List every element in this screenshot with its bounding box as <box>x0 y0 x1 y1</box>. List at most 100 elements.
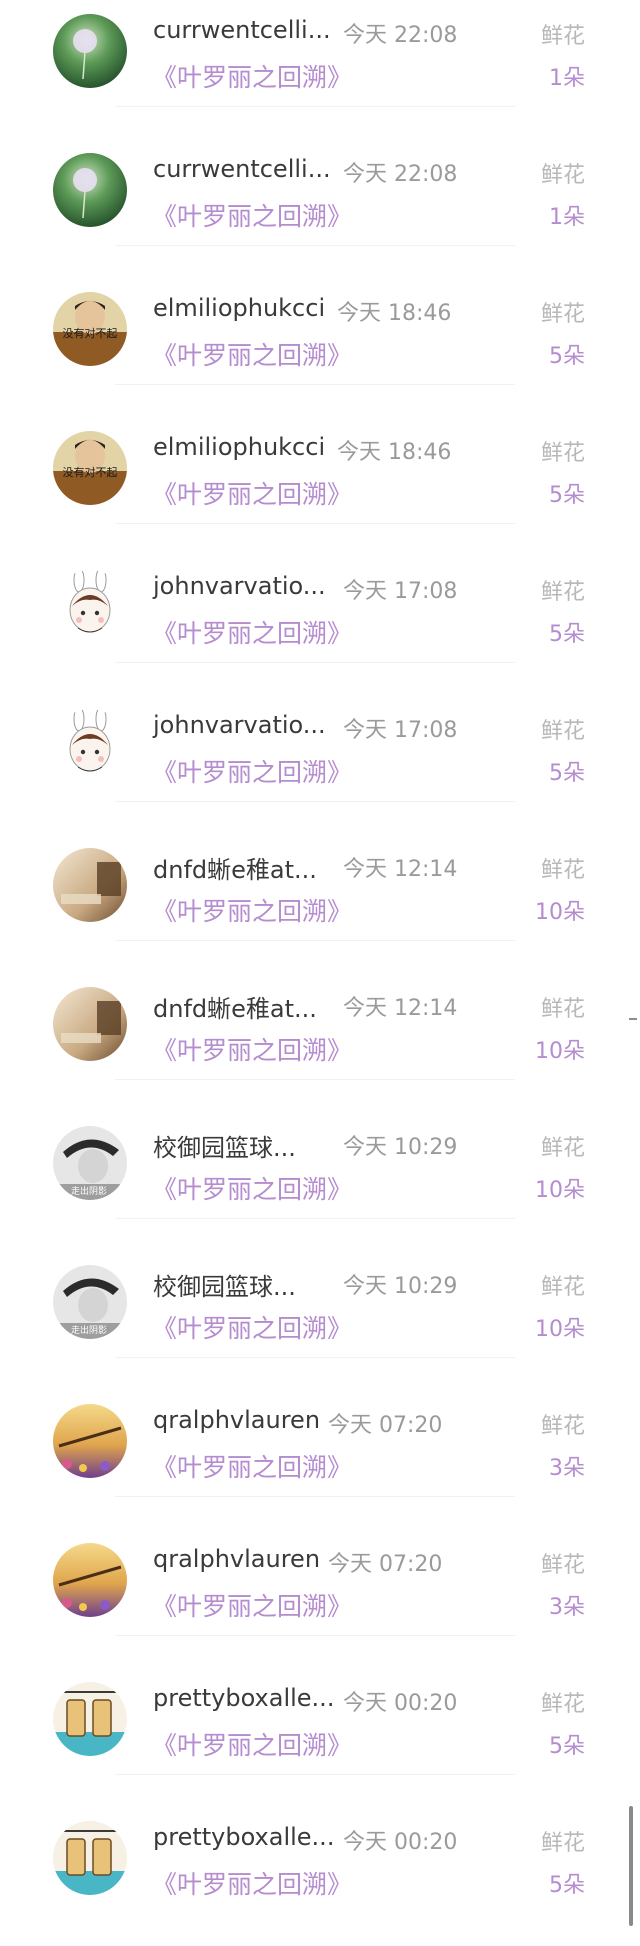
gift-count: 5朵 <box>549 1873 585 1898</box>
avatar[interactable] <box>53 987 127 1061</box>
avatar-caption: 走出阴影 <box>71 1324 107 1336</box>
grayscale-boy-avatar-icon: 走出阴影 <box>53 1126 127 1200</box>
avatar[interactable] <box>53 14 127 88</box>
avatar[interactable] <box>53 1404 127 1478</box>
user-name: johnvarvatio... <box>153 711 326 739</box>
avatar-caption: 没有对不起 <box>63 465 118 479</box>
list-item[interactable]: johnvarvatio... 今天 17:08 《叶罗丽之回溯》 鲜花 5朵 <box>0 695 640 834</box>
row-divider <box>115 1079 515 1080</box>
book-title[interactable]: 《叶罗丽之回溯》 <box>152 1448 352 1484</box>
list-item[interactable]: currwentcelli... 今天 22:08 《叶罗丽之回溯》 鲜花 1朵 <box>0 139 640 278</box>
gift-count: 10朵 <box>535 1178 585 1203</box>
book-title[interactable]: 《叶罗丽之回溯》 <box>152 197 352 233</box>
book-title[interactable]: 《叶罗丽之回溯》 <box>152 1865 352 1901</box>
timestamp: 今天 12:14 <box>343 857 458 882</box>
book-title[interactable]: 《叶罗丽之回溯》 <box>152 1309 352 1345</box>
avatar[interactable] <box>53 1543 127 1617</box>
list-item[interactable]: qralphvlauren 今天 07:20 《叶罗丽之回溯》 鲜花 3朵 <box>0 1390 640 1529</box>
gift-type: 鲜花 <box>540 163 585 188</box>
timestamp: 今天 18:46 <box>337 440 452 465</box>
timestamp: 今天 00:20 <box>343 1830 458 1855</box>
user-name: johnvarvatio... <box>153 572 326 600</box>
boy-meme-avatar-icon: 没有对不起 <box>53 431 127 505</box>
timestamp: 今天 22:08 <box>343 162 458 187</box>
avatar[interactable]: 没有对不起 <box>53 431 127 505</box>
row-divider <box>115 940 515 941</box>
bunny-girl-avatar-icon <box>53 709 127 783</box>
row-divider <box>115 523 515 524</box>
list-item[interactable]: johnvarvatio... 今天 17:08 《叶罗丽之回溯》 鲜花 5朵 <box>0 556 640 695</box>
book-title[interactable]: 《叶罗丽之回溯》 <box>152 753 352 789</box>
book-title[interactable]: 《叶罗丽之回溯》 <box>152 1726 352 1762</box>
list-item[interactable]: qralphvlauren 今天 07:20 《叶罗丽之回溯》 鲜花 3朵 <box>0 1529 640 1668</box>
vertical-scrollbar[interactable] <box>629 1806 633 1926</box>
book-title[interactable]: 《叶罗丽之回溯》 <box>152 1170 352 1206</box>
list-item[interactable]: dnfd蜥e稚at... 今天 12:14 《叶罗丽之回溯》 鲜花 10朵 <box>0 834 640 973</box>
user-name: qralphvlauren <box>153 1545 321 1573</box>
gift-count: 10朵 <box>535 1039 585 1064</box>
user-name: currwentcelli... <box>153 155 331 183</box>
avatar[interactable]: 走出阴影 <box>53 1265 127 1339</box>
gift-type: 鲜花 <box>540 1553 585 1578</box>
timestamp: 今天 00:20 <box>343 1691 458 1716</box>
book-title[interactable]: 《叶罗丽之回溯》 <box>152 892 352 928</box>
avatar[interactable] <box>53 709 127 783</box>
list-item[interactable]: 没有对不起 elmiliophukcci 今天 18:46 《叶罗丽之回溯》 鲜… <box>0 278 640 417</box>
gift-type: 鲜花 <box>540 1136 585 1161</box>
row-divider <box>115 1496 515 1497</box>
timestamp: 今天 12:14 <box>343 996 458 1021</box>
cartoon-avatar-icon <box>53 1821 127 1895</box>
dandelion-avatar-icon <box>53 153 127 227</box>
avatar[interactable]: 走出阴影 <box>53 1126 127 1200</box>
avatar-caption: 走出阴影 <box>71 1185 107 1197</box>
row-divider <box>115 662 515 663</box>
book-title[interactable]: 《叶罗丽之回溯》 <box>152 614 352 650</box>
list-item[interactable]: currwentcelli... 今天 22:08 《叶罗丽之回溯》 鲜花 1朵 <box>0 0 640 139</box>
avatar-caption: 没有对不起 <box>63 326 118 340</box>
dandelion-avatar-icon <box>53 14 127 88</box>
gift-type: 鲜花 <box>540 719 585 744</box>
gift-count: 5朵 <box>549 761 585 786</box>
user-name: dnfd蜥e稚at... <box>153 856 317 884</box>
list-item[interactable]: 没有对不起 elmiliophukcci 今天 18:46 《叶罗丽之回溯》 鲜… <box>0 417 640 556</box>
avatar[interactable] <box>53 1682 127 1756</box>
book-title[interactable]: 《叶罗丽之回溯》 <box>152 336 352 372</box>
timestamp: 今天 18:46 <box>337 301 452 326</box>
timestamp: 今天 07:20 <box>328 1413 443 1438</box>
user-name: prettyboxalle... <box>153 1684 335 1712</box>
row-divider <box>115 1357 515 1358</box>
avatar[interactable] <box>53 848 127 922</box>
avatar[interactable]: 没有对不起 <box>53 292 127 366</box>
book-title[interactable]: 《叶罗丽之回溯》 <box>152 475 352 511</box>
gift-count: 5朵 <box>549 622 585 647</box>
gift-type: 鲜花 <box>540 997 585 1022</box>
flower-text-avatar-icon <box>53 1404 127 1478</box>
gift-count: 1朵 <box>549 66 585 91</box>
gift-count: 10朵 <box>535 900 585 925</box>
list-item[interactable]: prettyboxalle... 今天 00:20 《叶罗丽之回溯》 鲜花 5朵 <box>0 1807 640 1946</box>
row-divider <box>115 106 515 107</box>
user-name: prettyboxalle... <box>153 1823 335 1851</box>
gift-count: 5朵 <box>549 1734 585 1759</box>
user-name: elmiliophukcci <box>153 433 326 461</box>
book-title[interactable]: 《叶罗丽之回溯》 <box>152 58 352 94</box>
list-item[interactable]: 走出阴影 校御园篮球... 今天 10:29 《叶罗丽之回溯》 鲜花 10朵 <box>0 1251 640 1390</box>
timestamp: 今天 22:08 <box>343 23 458 48</box>
list-item[interactable]: prettyboxalle... 今天 00:20 《叶罗丽之回溯》 鲜花 5朵 <box>0 1668 640 1807</box>
row-divider <box>115 1635 515 1636</box>
user-name: qralphvlauren <box>153 1406 321 1434</box>
gift-type: 鲜花 <box>540 1275 585 1300</box>
book-title[interactable]: 《叶罗丽之回溯》 <box>152 1031 352 1067</box>
gift-type: 鲜花 <box>540 24 585 49</box>
avatar[interactable] <box>53 1821 127 1895</box>
book-title[interactable]: 《叶罗丽之回溯》 <box>152 1587 352 1623</box>
timestamp: 今天 10:29 <box>343 1274 458 1299</box>
gift-record-list: currwentcelli... 今天 22:08 《叶罗丽之回溯》 鲜花 1朵 <box>0 0 640 1946</box>
list-item[interactable]: dnfd蜥e稚at... 今天 12:14 《叶罗丽之回溯》 鲜花 10朵 <box>0 973 640 1112</box>
gift-count: 5朵 <box>549 344 585 369</box>
avatar[interactable] <box>53 570 127 644</box>
list-item[interactable]: 走出阴影 校御园篮球... 今天 10:29 《叶罗丽之回溯》 鲜花 10朵 <box>0 1112 640 1251</box>
avatar[interactable] <box>53 153 127 227</box>
cartoon-avatar-icon <box>53 1682 127 1756</box>
timestamp: 今天 10:29 <box>343 1135 458 1160</box>
